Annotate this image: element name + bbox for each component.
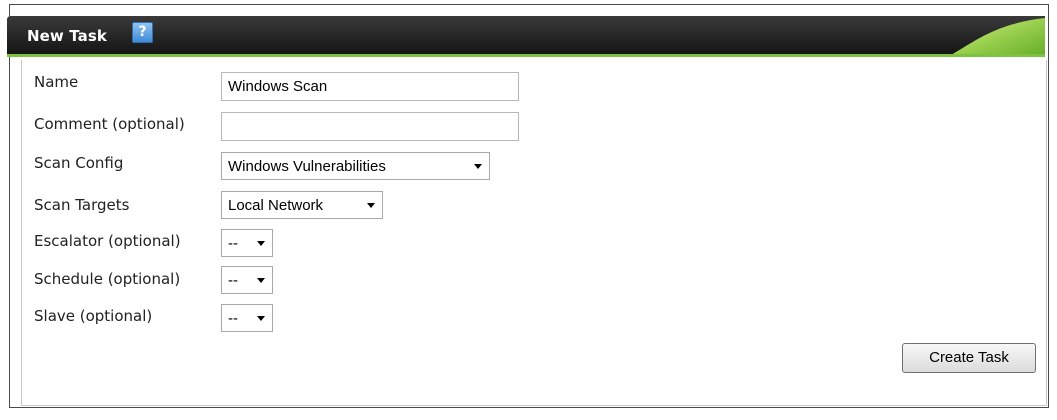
chevron-down-icon [257,316,265,321]
scan-config-select[interactable]: Windows Vulnerabilities [221,152,490,180]
escalator-value: -- [228,235,238,252]
chevron-down-icon [257,241,265,246]
new-task-form: Name Comment (optional) Scan Config Wind… [21,60,1047,406]
slave-value: -- [228,310,238,327]
panel-title: New Task [27,27,107,45]
comment-input[interactable] [221,112,519,141]
chevron-down-icon [367,203,375,208]
name-label: Name [34,73,79,91]
scan-targets-value: Local Network [228,197,324,214]
panel-header: New Task ? [7,16,1045,57]
name-input[interactable] [221,72,519,101]
scan-config-value: Windows Vulnerabilities [228,158,386,175]
escalator-label: Escalator (optional) [34,232,181,250]
schedule-select[interactable]: -- [221,266,273,294]
help-icon[interactable]: ? [132,22,153,43]
comment-label: Comment (optional) [34,115,185,133]
schedule-label: Schedule (optional) [34,270,181,288]
schedule-value: -- [228,272,238,289]
escalator-select[interactable]: -- [221,229,273,257]
slave-label: Slave (optional) [34,307,153,325]
slave-select[interactable]: -- [221,304,273,332]
create-task-button[interactable]: Create Task [902,343,1036,373]
scan-targets-select[interactable]: Local Network [221,191,383,219]
header-background [7,16,1045,57]
scan-targets-label: Scan Targets [34,196,130,214]
chevron-down-icon [257,278,265,283]
chevron-down-icon [474,164,482,169]
scan-config-label: Scan Config [34,154,124,172]
